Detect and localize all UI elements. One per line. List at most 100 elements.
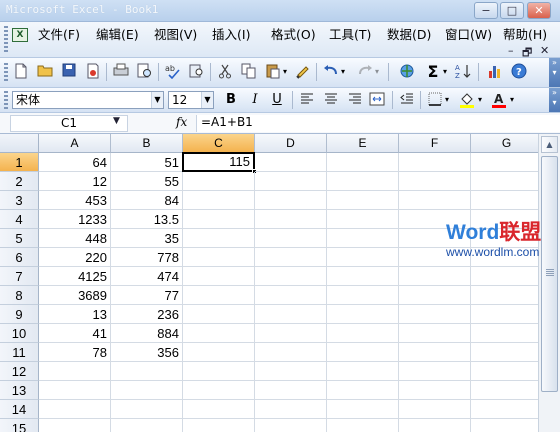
table-cell[interactable]: 78 [39, 343, 111, 362]
table-cell[interactable] [471, 381, 538, 400]
row-header[interactable]: 2 [0, 172, 39, 191]
table-cell[interactable] [255, 305, 327, 324]
table-cell[interactable] [255, 172, 327, 191]
font-color-dropdown-icon[interactable]: ▾ [508, 92, 516, 110]
table-cell[interactable] [255, 400, 327, 419]
table-cell[interactable] [327, 153, 399, 172]
table-cell[interactable] [255, 381, 327, 400]
table-cell[interactable]: 84 [111, 191, 183, 210]
chart-wizard-icon[interactable] [486, 63, 504, 81]
menu-tools[interactable]: 工具(T) [329, 27, 371, 43]
menu-file[interactable]: 文件(F) [38, 27, 80, 43]
table-cell[interactable] [39, 362, 111, 381]
fill-color-icon[interactable] [458, 92, 476, 108]
table-cell[interactable] [183, 400, 255, 419]
column-header-c[interactable]: C [183, 134, 255, 153]
table-cell[interactable]: 453 [39, 191, 111, 210]
toolbar-grip[interactable] [4, 91, 8, 109]
autosum-icon[interactable]: Σ [424, 63, 442, 81]
table-cell[interactable] [111, 400, 183, 419]
redo-dropdown-icon[interactable]: ▾ [373, 63, 381, 81]
column-header-g[interactable]: G [471, 134, 538, 153]
table-cell[interactable] [399, 362, 471, 381]
menubar-grip[interactable] [4, 26, 8, 52]
table-cell[interactable] [399, 191, 471, 210]
table-cell[interactable] [183, 172, 255, 191]
row-header[interactable]: 6 [0, 248, 39, 267]
table-cell[interactable] [183, 381, 255, 400]
spelling-icon[interactable]: ab [164, 63, 182, 81]
format-painter-icon[interactable] [294, 63, 312, 81]
menu-window[interactable]: 窗口(W) [445, 27, 492, 43]
borders-dropdown-icon[interactable]: ▾ [443, 92, 451, 110]
table-cell[interactable] [471, 343, 538, 362]
table-cell[interactable] [399, 267, 471, 286]
table-cell[interactable] [399, 343, 471, 362]
open-icon[interactable] [36, 63, 54, 81]
table-cell[interactable] [111, 381, 183, 400]
table-cell[interactable] [399, 172, 471, 191]
table-cell[interactable] [327, 419, 399, 432]
table-cell[interactable] [399, 324, 471, 343]
chevron-down-icon[interactable]: ▼ [151, 92, 163, 108]
table-cell[interactable] [183, 343, 255, 362]
font-color-icon[interactable]: A [490, 92, 508, 108]
autosum-dropdown-icon[interactable]: ▾ [441, 63, 449, 81]
table-cell[interactable] [183, 286, 255, 305]
print-preview-icon[interactable] [136, 63, 154, 81]
row-header[interactable]: 13 [0, 381, 39, 400]
table-cell[interactable]: 35 [111, 229, 183, 248]
decrease-indent-icon[interactable] [398, 92, 416, 108]
column-header-f[interactable]: F [399, 134, 471, 153]
redo-icon[interactable] [356, 63, 374, 81]
close-button[interactable]: ✕ [527, 2, 551, 19]
table-cell[interactable] [255, 267, 327, 286]
table-cell[interactable] [255, 229, 327, 248]
table-cell[interactable] [111, 419, 183, 432]
table-cell[interactable] [471, 153, 538, 172]
table-cell[interactable] [183, 419, 255, 432]
row-header[interactable]: 15 [0, 419, 39, 432]
sort-ascending-icon[interactable]: AZ [455, 63, 473, 81]
merge-center-icon[interactable] [368, 92, 386, 108]
row-header[interactable]: 14 [0, 400, 39, 419]
table-cell[interactable] [183, 210, 255, 229]
table-cell[interactable] [327, 305, 399, 324]
table-cell[interactable] [327, 191, 399, 210]
table-cell[interactable]: 13 [39, 305, 111, 324]
align-right-icon[interactable] [346, 92, 364, 108]
insert-function-icon[interactable]: fx [176, 115, 187, 129]
table-cell[interactable]: 55 [111, 172, 183, 191]
toolbar-options-icon[interactable]: » ▾ [549, 88, 560, 112]
row-header[interactable]: 12 [0, 362, 39, 381]
menu-edit[interactable]: 编辑(E) [96, 27, 139, 43]
table-cell[interactable] [327, 400, 399, 419]
menu-format[interactable]: 格式(O) [271, 27, 316, 43]
row-header[interactable]: 9 [0, 305, 39, 324]
scroll-thumb[interactable] [541, 156, 558, 392]
doc-minimize-button[interactable]: – [508, 44, 514, 57]
bold-button[interactable]: B [222, 92, 240, 108]
align-center-icon[interactable] [322, 92, 340, 108]
minimize-button[interactable]: − [474, 2, 498, 19]
active-cell[interactable]: 115 [182, 152, 255, 172]
row-header[interactable]: 10 [0, 324, 39, 343]
table-cell[interactable] [471, 305, 538, 324]
paste-dropdown-icon[interactable]: ▾ [281, 63, 289, 81]
table-cell[interactable] [183, 362, 255, 381]
table-cell[interactable] [471, 400, 538, 419]
underline-button[interactable]: U [268, 92, 286, 108]
table-cell[interactable] [39, 381, 111, 400]
select-all-button[interactable] [0, 134, 39, 153]
table-cell[interactable] [39, 400, 111, 419]
chevron-down-icon[interactable]: ▼ [201, 92, 213, 108]
row-header[interactable]: 4 [0, 210, 39, 229]
name-box[interactable]: C1 [10, 115, 128, 132]
row-header[interactable]: 5 [0, 229, 39, 248]
table-cell[interactable] [183, 267, 255, 286]
table-cell[interactable] [399, 419, 471, 432]
table-cell[interactable] [183, 305, 255, 324]
table-cell[interactable]: 220 [39, 248, 111, 267]
column-header-e[interactable]: E [327, 134, 399, 153]
paste-icon[interactable] [264, 63, 282, 81]
